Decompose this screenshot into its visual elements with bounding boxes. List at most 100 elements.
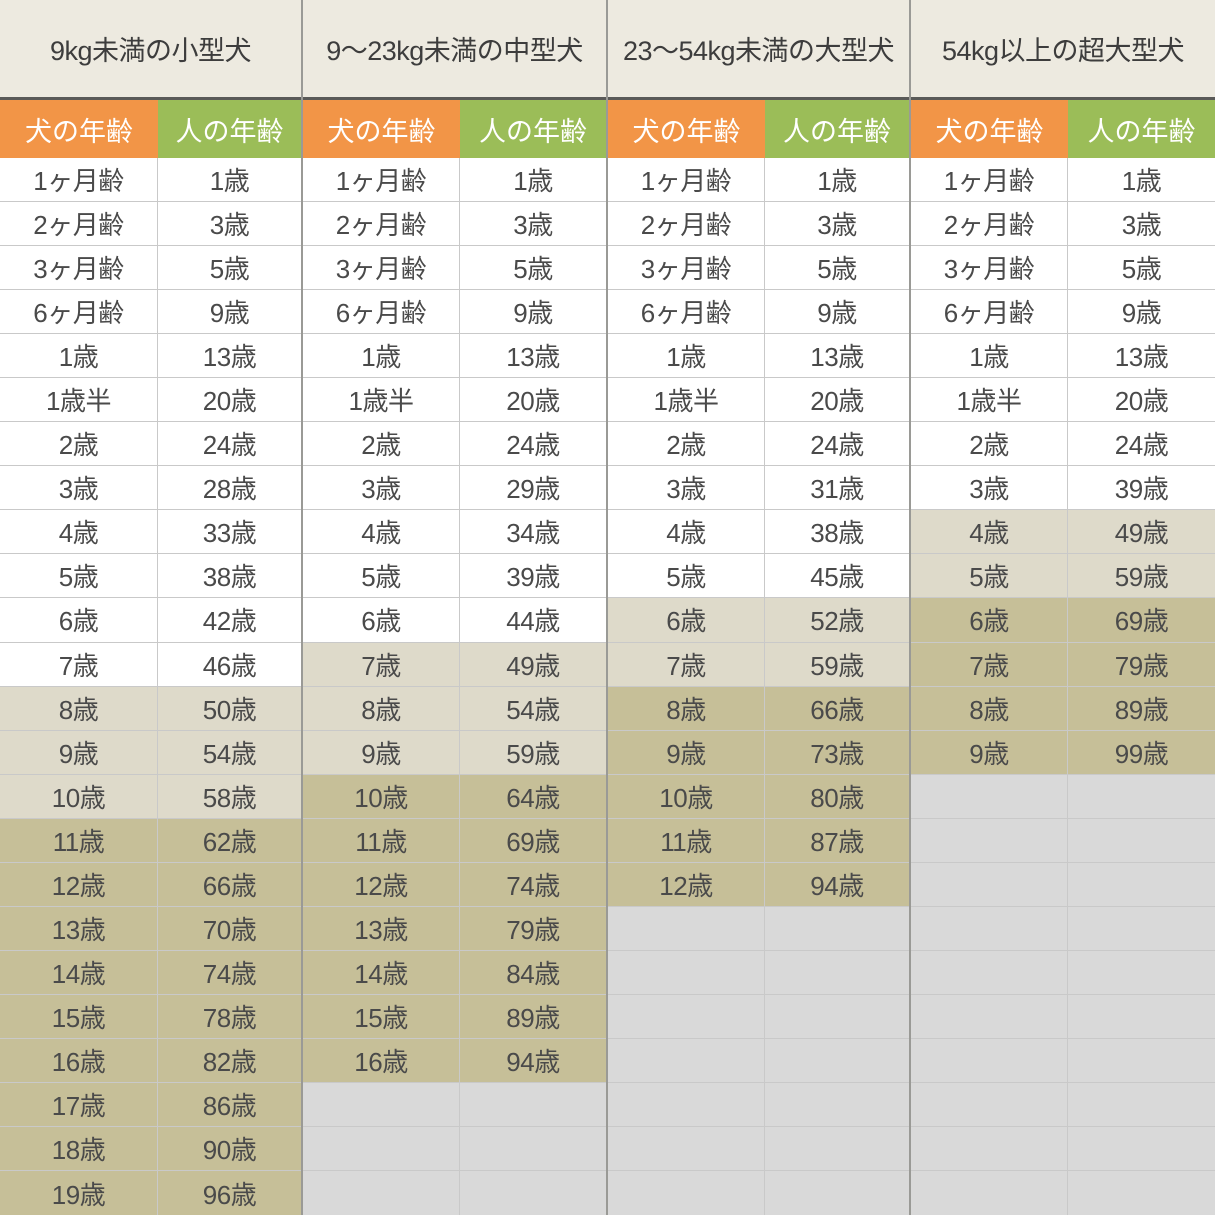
cell-human-age: 3歳: [765, 202, 909, 246]
table-row: 5歳59歳: [911, 554, 1215, 598]
table-row: 6ヶ月齢9歳: [0, 290, 301, 334]
cell-dog-age: 1歳: [608, 334, 765, 378]
table-row: 6歳42歳: [0, 598, 301, 642]
cell-dog-age: 6歳: [303, 598, 460, 642]
table-row: [911, 1039, 1215, 1083]
table-row: 1歳13歳: [911, 334, 1215, 378]
cell-human-age: 24歳: [1068, 422, 1215, 466]
cell-human-age: [1068, 951, 1215, 995]
table-row: 4歳34歳: [303, 510, 606, 554]
cell-human-age: 24歳: [460, 422, 606, 466]
cell-dog-age: 6歳: [911, 598, 1068, 642]
table-row: 3歳28歳: [0, 466, 301, 510]
cell-human-age: [765, 907, 909, 951]
cell-dog-age: [911, 1083, 1068, 1127]
table-row: 11歳69歳: [303, 819, 606, 863]
cell-dog-age: 11歳: [303, 819, 460, 863]
cell-dog-age: [303, 1127, 460, 1171]
table-row: [911, 907, 1215, 951]
cell-dog-age: [911, 907, 1068, 951]
cell-human-age: [1068, 775, 1215, 819]
table-row: 4歳49歳: [911, 510, 1215, 554]
cell-human-age: 79歳: [1068, 643, 1215, 687]
cell-human-age: 9歳: [460, 290, 606, 334]
table-row: 12歳74歳: [303, 863, 606, 907]
table-body: 1ヶ月齢1歳2ヶ月齢3歳3ヶ月齢5歳6ヶ月齢9歳1歳13歳1歳半20歳2歳24歳…: [911, 158, 1215, 1215]
column-header-row: 犬の年齢人の年齢: [608, 100, 909, 158]
table-row: [303, 1127, 606, 1171]
table-row: 2歳24歳: [303, 422, 606, 466]
table-row: 6ヶ月齢9歳: [303, 290, 606, 334]
table-row: 3歳31歳: [608, 466, 909, 510]
cell-dog-age: 5歳: [911, 554, 1068, 598]
table-row: 16歳94歳: [303, 1039, 606, 1083]
table-row: 10歳80歳: [608, 775, 909, 819]
cell-dog-age: 5歳: [0, 554, 158, 598]
cell-dog-age: 6ヶ月齢: [608, 290, 765, 334]
cell-dog-age: 1歳: [0, 334, 158, 378]
table-row: 9歳54歳: [0, 731, 301, 775]
cell-dog-age: 6ヶ月齢: [911, 290, 1068, 334]
cell-human-age: 96歳: [158, 1171, 301, 1215]
table-row: [608, 1127, 909, 1171]
cell-human-age: 62歳: [158, 819, 301, 863]
table-row: 11歳87歳: [608, 819, 909, 863]
cell-human-age: [1068, 1171, 1215, 1215]
table-row: 7歳59歳: [608, 643, 909, 687]
cell-human-age: [765, 995, 909, 1039]
column-header-row: 犬の年齢人の年齢: [0, 100, 301, 158]
cell-human-age: 42歳: [158, 598, 301, 642]
table-row: 18歳90歳: [0, 1127, 301, 1171]
cell-dog-age: 10歳: [608, 775, 765, 819]
cell-human-age: 45歳: [765, 554, 909, 598]
table-row: 6歳52歳: [608, 598, 909, 642]
cell-dog-age: [911, 819, 1068, 863]
cell-dog-age: 12歳: [608, 863, 765, 907]
cell-human-age: 84歳: [460, 951, 606, 995]
cell-dog-age: 4歳: [911, 510, 1068, 554]
cell-dog-age: 1歳: [911, 334, 1068, 378]
cell-human-age: 3歳: [158, 202, 301, 246]
cell-human-age: [1068, 907, 1215, 951]
cell-human-age: 3歳: [1068, 202, 1215, 246]
cell-dog-age: 2歳: [911, 422, 1068, 466]
cell-human-age: 28歳: [158, 466, 301, 510]
cell-human-age: [765, 1171, 909, 1215]
table-row: [303, 1171, 606, 1215]
cell-human-age: 49歳: [460, 643, 606, 687]
cell-dog-age: 2歳: [303, 422, 460, 466]
table-row: 2ヶ月齢3歳: [303, 202, 606, 246]
cell-dog-age: 7歳: [911, 643, 1068, 687]
table-row: 7歳49歳: [303, 643, 606, 687]
group-title: 23〜54kg未満の大型犬: [608, 0, 909, 100]
table-row: 13歳70歳: [0, 907, 301, 951]
table-row: 8歳89歳: [911, 687, 1215, 731]
cell-dog-age: 3ヶ月齢: [608, 246, 765, 290]
table-row: 6ヶ月齢9歳: [911, 290, 1215, 334]
cell-dog-age: 11歳: [0, 819, 158, 863]
table-row: 12歳94歳: [608, 863, 909, 907]
cell-human-age: 50歳: [158, 687, 301, 731]
cell-human-age: 29歳: [460, 466, 606, 510]
table-row: 10歳64歳: [303, 775, 606, 819]
cell-dog-age: [608, 1083, 765, 1127]
cell-human-age: 86歳: [158, 1083, 301, 1127]
cell-dog-age: 19歳: [0, 1171, 158, 1215]
table-row: 3ヶ月齢5歳: [608, 246, 909, 290]
table-row: 1歳半20歳: [911, 378, 1215, 422]
cell-dog-age: [608, 951, 765, 995]
cell-human-age: 24歳: [765, 422, 909, 466]
cell-dog-age: 10歳: [0, 775, 158, 819]
column-header-dog-age: 犬の年齢: [303, 100, 460, 158]
cell-dog-age: 2ヶ月齢: [0, 202, 158, 246]
cell-dog-age: 9歳: [303, 731, 460, 775]
cell-dog-age: 6歳: [608, 598, 765, 642]
table-row: 7歳46歳: [0, 643, 301, 687]
cell-human-age: 5歳: [460, 246, 606, 290]
cell-human-age: 59歳: [1068, 554, 1215, 598]
cell-human-age: 33歳: [158, 510, 301, 554]
cell-dog-age: 1ヶ月齢: [303, 158, 460, 202]
cell-human-age: [765, 1039, 909, 1083]
table-row: 3歳39歳: [911, 466, 1215, 510]
table-row: 19歳96歳: [0, 1171, 301, 1215]
